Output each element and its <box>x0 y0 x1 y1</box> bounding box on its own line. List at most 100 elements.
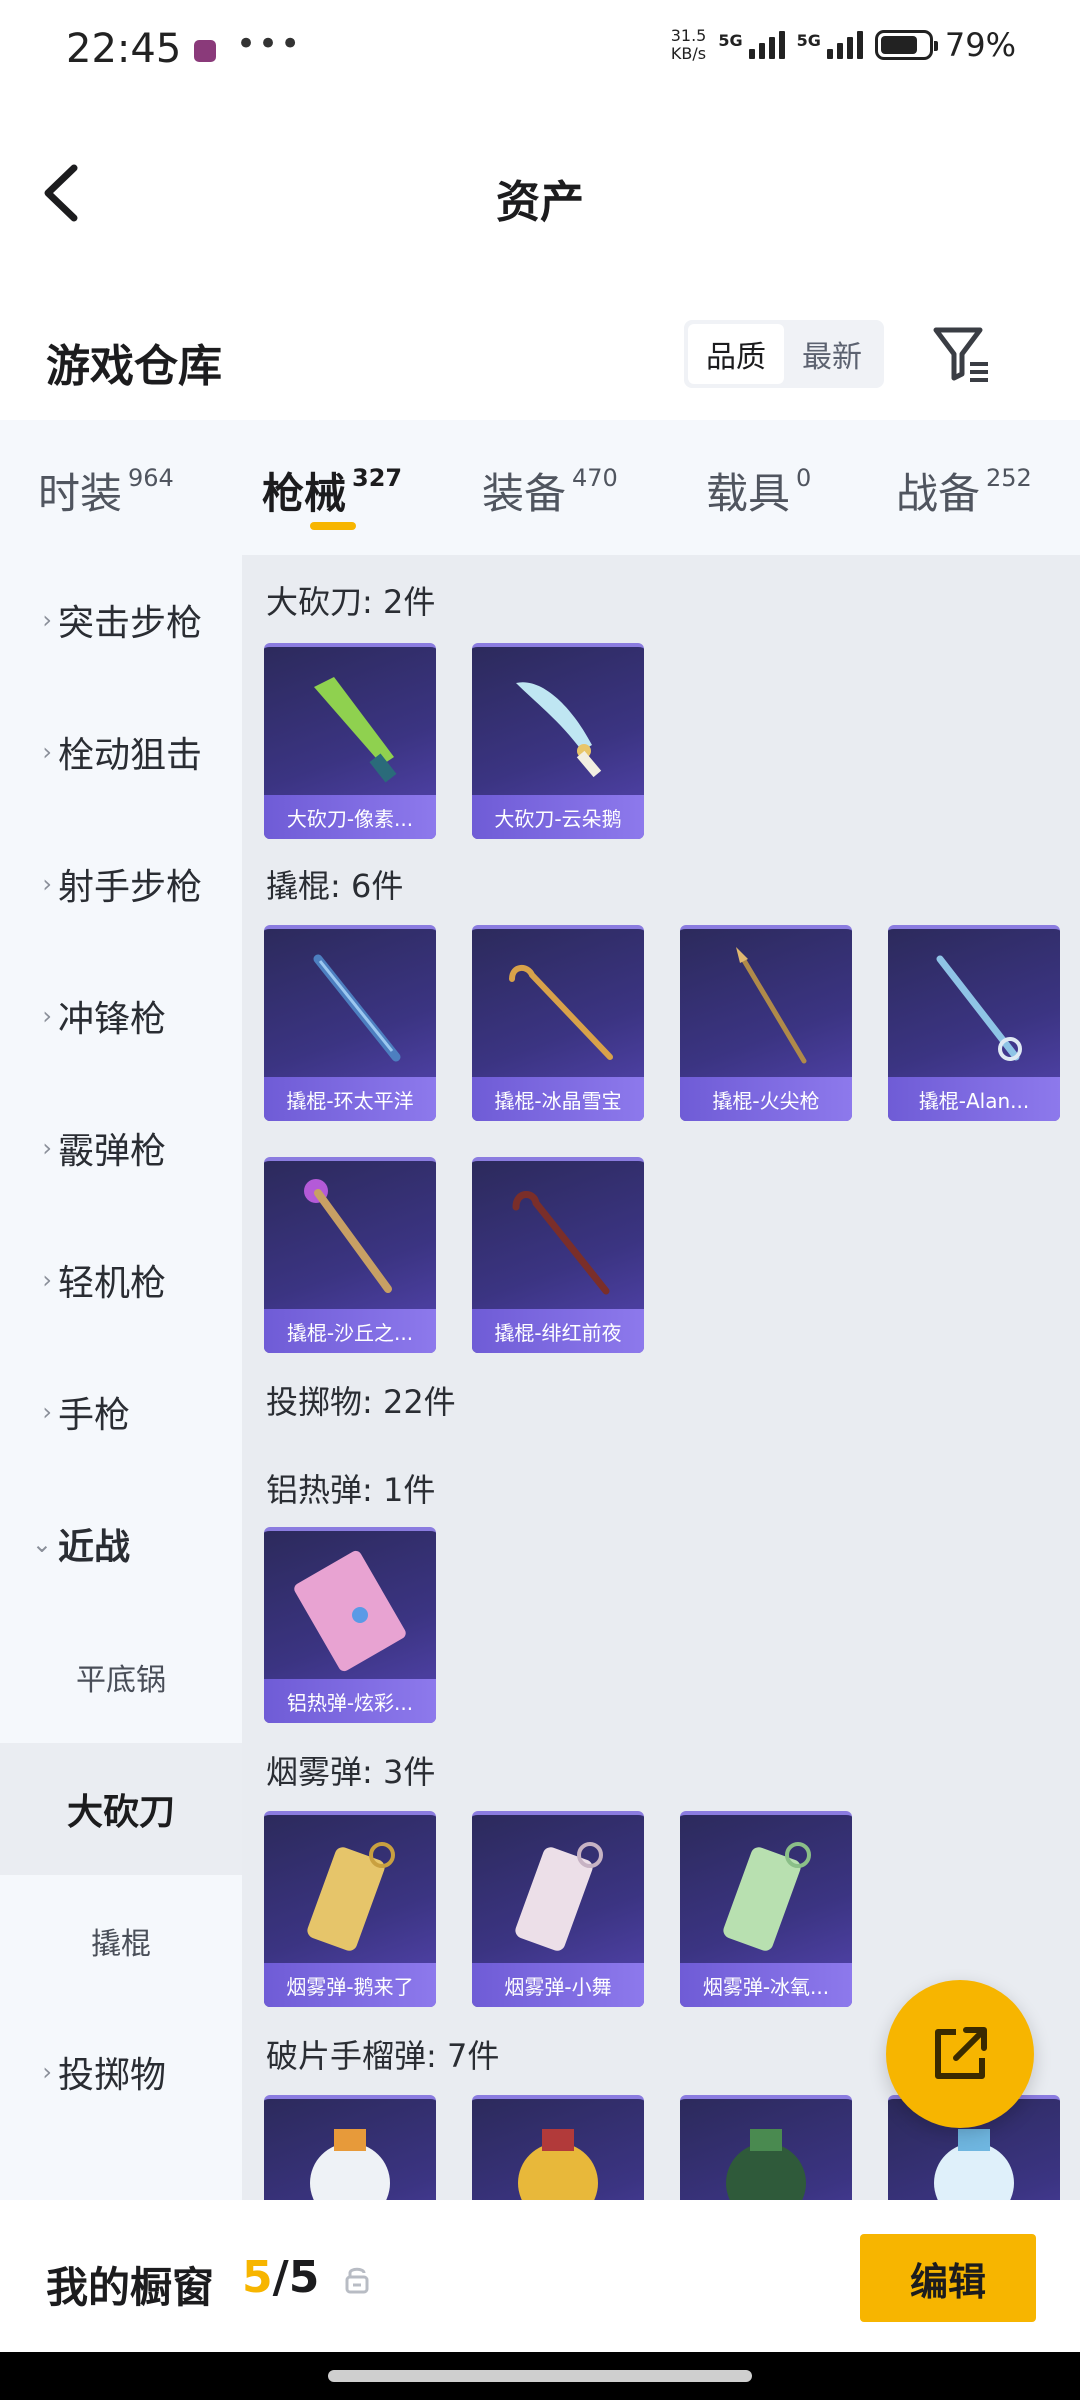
filter-button[interactable] <box>930 322 994 386</box>
showcase-label: 我的橱窗 <box>46 2263 215 2312</box>
chevron-right-icon: › <box>42 1002 52 1030</box>
item-card[interactable]: 烟雾弹-鹅来了 <box>264 1811 436 2007</box>
signal-1-icon: 5G <box>718 31 785 59</box>
showcase-bar: 我的橱窗 5/5 编辑 <box>0 2200 1080 2352</box>
item-card[interactable]: 大砍刀-云朵鹅 <box>472 643 644 839</box>
sidebar-item-label: 栓动狙击 <box>58 735 203 776</box>
item-card[interactable] <box>472 2095 644 2200</box>
sidebar-item-label: 冲锋枪 <box>58 999 167 1040</box>
chevron-right-icon: › <box>42 606 52 634</box>
item-card[interactable]: 铝热弹-炫彩... <box>264 1527 436 1723</box>
tab-firearms[interactable]: 枪械 327 <box>262 460 402 521</box>
frag-yellow-art <box>518 2129 598 2200</box>
item-name: 铝热弹-炫彩... <box>264 1679 436 1723</box>
sidebar-item-lmg[interactable]: › 轻机枪 <box>0 1215 242 1345</box>
page-title: 资产 <box>496 177 584 228</box>
sidebar-item-pistol[interactable]: › 手枪 <box>0 1347 242 1477</box>
tab-tactical[interactable]: 战备 252 <box>896 460 1032 521</box>
tab-label: 战备 <box>896 469 981 518</box>
active-tab-indicator <box>310 522 356 530</box>
nav-bar: 资产 <box>0 100 1080 280</box>
item-name: 撬棍-火尖枪 <box>680 1077 852 1121</box>
tab-count: 470 <box>572 464 618 492</box>
status-time: 22:45 <box>66 26 182 72</box>
tab-label: 载具 <box>706 469 791 518</box>
status-bar: 22:45 ••• 31.5 KB/s 5G 5G 79% <box>0 0 1080 100</box>
thermite-colorful-art <box>294 1550 406 1672</box>
item-name: 撬棍-绯红前夜 <box>472 1309 644 1353</box>
item-card[interactable]: 烟雾弹-小舞 <box>472 1811 644 2007</box>
tab-label: 装备 <box>482 469 567 518</box>
tab-count: 252 <box>986 464 1032 492</box>
smoke-goose-art <box>307 1842 395 1951</box>
item-card[interactable]: 撬棍-环太平洋 <box>264 925 436 1121</box>
signal-1-label: 5G <box>718 31 743 50</box>
chevron-right-icon: › <box>42 738 52 766</box>
item-name: 烟雾弹-鹅来了 <box>264 1963 436 2007</box>
machete-pixel-art <box>314 677 397 783</box>
share-fab-button[interactable] <box>886 1980 1034 2128</box>
item-card[interactable]: 大砍刀-像素... <box>264 643 436 839</box>
item-name: 烟雾弹-小舞 <box>472 1963 644 2007</box>
edit-button[interactable]: 编辑 <box>860 2234 1036 2322</box>
crowbar-fire-spear-art <box>736 947 807 1064</box>
network-speed-unit: KB/s <box>670 44 707 63</box>
warehouse-title: 游戏仓库 <box>46 341 222 392</box>
item-card[interactable]: 撬棍-沙丘之... <box>264 1157 436 1353</box>
sort-quality-button[interactable]: 品质 <box>688 324 784 384</box>
sidebar-item-label: 霰弹枪 <box>58 1131 167 1172</box>
chevron-right-icon: › <box>42 1134 52 1162</box>
home-indicator[interactable] <box>328 2370 752 2382</box>
sort-newest-button[interactable]: 最新 <box>784 324 880 384</box>
item-grid: 大砍刀: 2件 大砍刀-像素... 大砍刀-云朵鹅 撬棍: 6件 撬棍-环太平洋… <box>242 555 1080 2200</box>
battery-icon <box>874 30 938 60</box>
sidebar-sub-machete[interactable]: 大砍刀 <box>0 1743 242 1875</box>
smoke-xiaowu-art <box>515 1842 603 1951</box>
crowbar-pacific-rim-art <box>313 954 401 1062</box>
sidebar-item-smg[interactable]: › 冲锋枪 <box>0 951 242 1081</box>
item-card[interactable] <box>680 2095 852 2200</box>
more-notifications-icon: ••• <box>236 24 303 64</box>
sidebar-item-melee[interactable]: ⌄ 近战 <box>0 1479 242 1609</box>
item-name: 撬棍-环太平洋 <box>264 1077 436 1121</box>
item-name: 撬棍-Alan... <box>888 1077 1060 1121</box>
chevron-right-icon: › <box>42 2058 52 2086</box>
item-card[interactable]: 撬棍-Alan... <box>888 925 1060 1121</box>
sidebar-sub-crowbar[interactable]: 撬棍 <box>0 1875 242 2007</box>
notification-app-icon <box>194 40 216 62</box>
network-speed: 31.5 KB/s <box>671 27 707 63</box>
warehouse-header: 游戏仓库 品质 最新 <box>0 300 1080 420</box>
sidebar-item-assault-rifle[interactable]: › 突击步枪 <box>0 555 242 685</box>
tab-vehicles[interactable]: 载具 0 <box>706 460 811 521</box>
showcase-count-current: 5 <box>242 2252 273 2303</box>
tab-fashion[interactable]: 时装 964 <box>38 460 174 521</box>
sidebar-item-marksman-rifle[interactable]: › 射手步枪 <box>0 819 242 949</box>
sidebar-item-label: 近战 <box>58 1527 131 1568</box>
section-title-crowbar: 撬棍: 6件 <box>266 867 404 905</box>
gesture-nav-area <box>0 2352 1080 2400</box>
signal-2-label: 5G <box>796 31 821 50</box>
sidebar-item-throwables[interactable]: › 投掷物 <box>0 2007 242 2137</box>
sidebar-sub-frying-pan[interactable]: 平底锅 <box>0 1611 242 1743</box>
item-card[interactable]: 烟雾弹-冰氧... <box>680 1811 852 2007</box>
item-card[interactable]: 撬棍-绯红前夜 <box>472 1157 644 1353</box>
item-name: 大砍刀-像素... <box>264 795 436 839</box>
tab-label: 枪械 <box>262 469 347 518</box>
chevron-right-icon: › <box>42 1266 52 1294</box>
item-card[interactable] <box>264 2095 436 2200</box>
sidebar-item-bolt-sniper[interactable]: › 栓动狙击 <box>0 687 242 817</box>
item-name: 撬棍-冰晶雪宝 <box>472 1077 644 1121</box>
showcase-count-separator: / <box>272 2252 289 2303</box>
sidebar-item-shotgun[interactable]: › 霰弹枪 <box>0 1083 242 1213</box>
section-title-throwables: 投掷物: 22件 <box>266 1383 456 1421</box>
crowbar-crimson-eve-art <box>512 1191 610 1295</box>
item-card[interactable]: 撬棍-冰晶雪宝 <box>472 925 644 1121</box>
signal-2-icon: 5G <box>797 31 863 59</box>
frag-green-art <box>726 2129 806 2200</box>
crowbar-dune-art <box>304 1179 392 1293</box>
status-indicators: 31.5 KB/s 5G 5G 79% <box>671 26 1016 64</box>
frag-snowman-art <box>310 2129 390 2200</box>
smoke-ice-oxygen-art <box>723 1842 811 1951</box>
item-card[interactable]: 撬棍-火尖枪 <box>680 925 852 1121</box>
tab-equipment[interactable]: 装备 470 <box>482 460 618 521</box>
